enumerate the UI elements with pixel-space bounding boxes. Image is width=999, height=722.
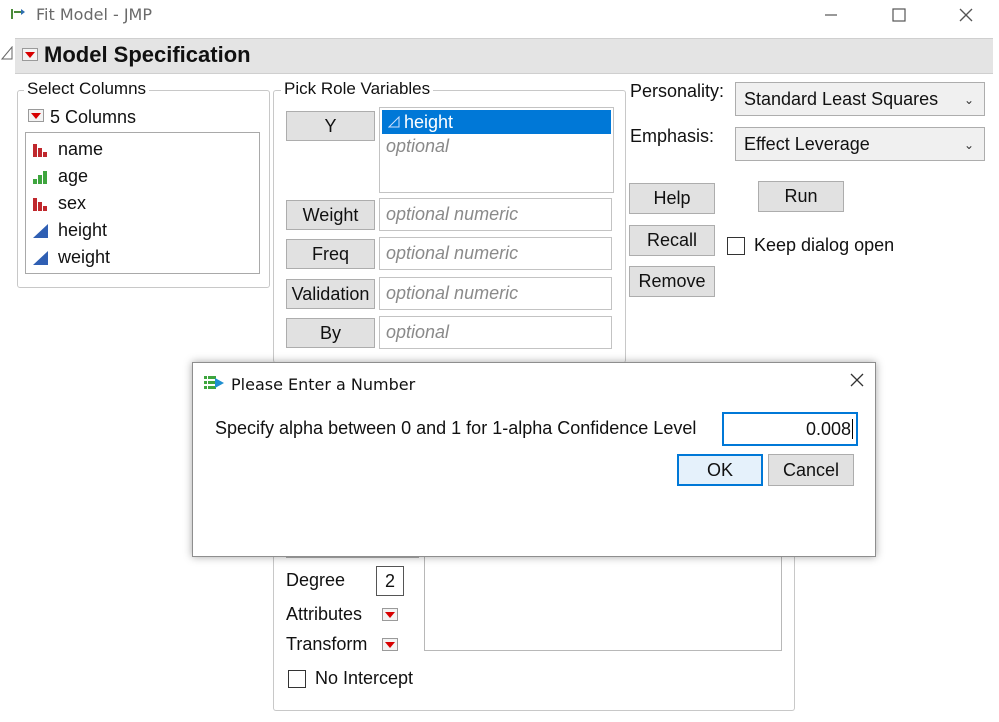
remove-button[interactable]: Remove [629, 266, 715, 297]
column-item-label: weight [58, 247, 111, 267]
by-role-field[interactable]: optional [379, 316, 612, 349]
column-item-label: height [58, 220, 108, 240]
by-role-button[interactable]: By [286, 318, 375, 348]
emphasis-select[interactable]: Effect Leverage ⌄ [735, 127, 985, 161]
run-button[interactable]: Run [758, 181, 844, 212]
window-title: Fit Model - JMP [36, 5, 152, 24]
personality-select[interactable]: Standard Least Squares ⌄ [735, 82, 985, 116]
window-titlebar: Fit Model - JMP [0, 0, 999, 30]
keep-dialog-open-checkbox[interactable] [727, 237, 745, 255]
maximize-icon[interactable] [876, 0, 922, 30]
minimize-icon[interactable] [808, 0, 854, 30]
continuous-icon [33, 250, 48, 265]
cancel-button[interactable]: Cancel [768, 454, 854, 486]
select-columns-label: Select Columns [24, 79, 150, 99]
no-intercept-checkbox[interactable] [288, 670, 306, 688]
nominal-icon [33, 197, 47, 211]
attributes-red-triangle-icon[interactable] [382, 608, 398, 621]
column-item-age[interactable]: age [26, 163, 259, 190]
column-item-label: name [58, 139, 104, 159]
ok-button[interactable]: OK [677, 454, 763, 486]
y-role-listbox[interactable]: height optional [379, 107, 614, 193]
emphasis-value: Effect Leverage [744, 133, 870, 154]
validation-role-button[interactable]: Validation [286, 279, 375, 309]
help-button[interactable]: Help [629, 183, 715, 214]
model-spec-title: Model Specification [44, 42, 251, 67]
column-item-label: age [58, 166, 89, 186]
y-optional-placeholder: optional [386, 136, 450, 156]
personality-value: Standard Least Squares [744, 88, 939, 109]
column-item-label: sex [58, 193, 87, 213]
transform-label: Transform [286, 634, 368, 654]
recall-button[interactable]: Recall [629, 225, 715, 256]
column-item-name[interactable]: name [26, 136, 259, 163]
model-effects-listbox[interactable] [424, 556, 782, 651]
continuous-icon [388, 116, 400, 128]
continuous-icon [33, 223, 48, 238]
weight-role-field[interactable]: optional numeric [379, 198, 612, 231]
keep-dialog-open-label: Keep dialog open [754, 235, 895, 255]
dialog-title: Please Enter a Number [231, 375, 416, 394]
weight-role-button[interactable]: Weight [286, 200, 375, 230]
chevron-down-icon: ⌄ [963, 93, 974, 107]
columns-listbox[interactable]: name age sex height weight [25, 132, 260, 274]
enter-number-dialog: Please Enter a Number Specify alpha betw… [192, 362, 876, 557]
column-item-sex[interactable]: sex [26, 190, 259, 217]
y-selected-item[interactable]: height [382, 110, 611, 134]
column-count-label: 5 Columns [50, 107, 137, 127]
emphasis-label: Emphasis: [630, 126, 715, 146]
alpha-input-value: 0.008 [805, 418, 851, 439]
y-selected-label: height [404, 111, 454, 132]
jmp-dialog-icon [204, 376, 224, 389]
degree-label: Degree [286, 570, 346, 590]
y-role-button[interactable]: Y [286, 111, 375, 141]
nominal-icon [33, 143, 47, 157]
jmp-app-icon [11, 9, 25, 19]
column-item-height[interactable]: height [26, 217, 259, 244]
personality-label: Personality: [630, 81, 725, 101]
transform-red-triangle-icon[interactable] [382, 638, 398, 651]
pick-role-label: Pick Role Variables [281, 79, 434, 99]
ordinal-icon [33, 170, 47, 184]
text-cursor [852, 419, 853, 439]
attributes-label: Attributes [286, 604, 363, 624]
no-intercept-label: No Intercept [315, 668, 414, 688]
model-spec-red-triangle-icon[interactable] [22, 48, 38, 61]
chevron-down-icon: ⌄ [963, 138, 974, 152]
freq-role-button[interactable]: Freq [286, 239, 375, 269]
dialog-close-icon[interactable] [849, 369, 865, 393]
close-icon[interactable] [943, 0, 989, 30]
degree-input[interactable]: 2 [376, 566, 404, 596]
validation-role-field[interactable]: optional numeric [379, 277, 612, 310]
alpha-input[interactable]: 0.008 [722, 412, 858, 446]
disclosure-triangle-icon[interactable] [1, 46, 13, 60]
dialog-prompt: Specify alpha between 0 and 1 for 1-alph… [215, 418, 697, 438]
column-item-weight[interactable]: weight [26, 244, 259, 271]
columns-red-triangle-icon[interactable] [28, 109, 44, 122]
freq-role-field[interactable]: optional numeric [379, 237, 612, 270]
